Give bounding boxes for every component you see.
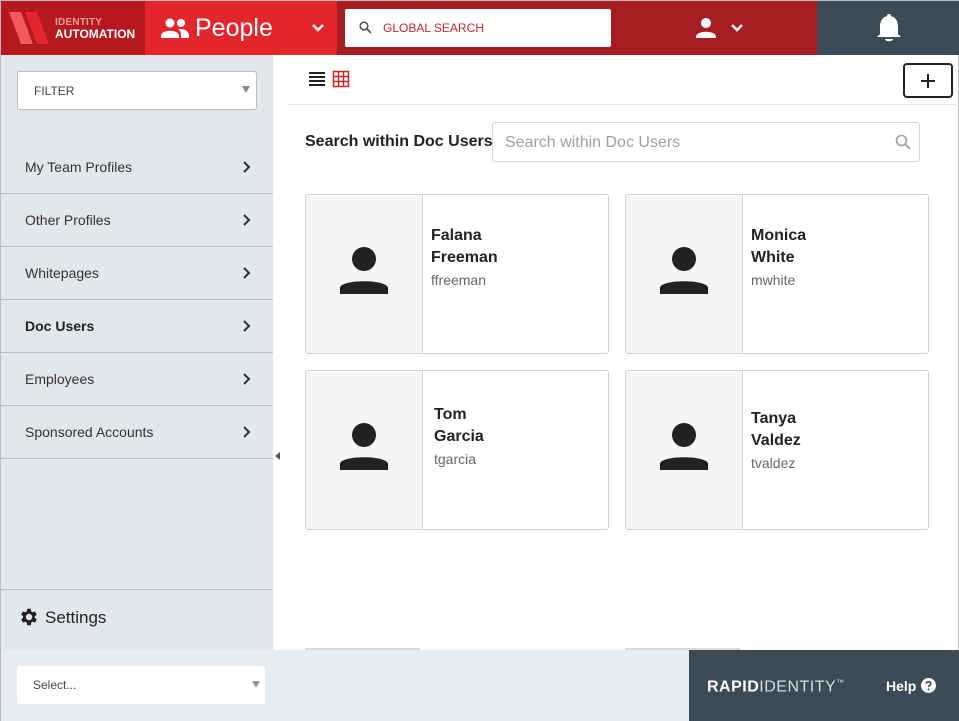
sidebar-item-sponsored-accounts[interactable]: Sponsored Accounts [1,406,273,459]
gear-icon [21,608,37,626]
card-photo [626,195,743,353]
notifications-button[interactable] [817,1,959,55]
logo-light-text: IDENTITY [759,678,837,696]
card-last-name: Freeman [431,249,498,266]
brand-logo[interactable]: IDENTITY AUTOMATION [1,1,145,55]
module-label: People [195,14,273,42]
chevron-right-icon [243,267,251,279]
logo-tm: ™ [836,678,845,687]
search-within-input[interactable] [505,133,885,153]
caret-down-icon [252,681,260,688]
list-view-icon[interactable] [308,70,326,88]
main-content: Search within Doc Users: Falana Freeman … [289,55,959,650]
chevron-down-icon [312,24,324,32]
chevron-right-icon [243,161,251,173]
sidebar-item-label: Other Profiles [25,212,111,228]
search-within-label: Search within Doc Users: [305,133,498,150]
filter-dropdown[interactable]: FILTER [17,71,257,110]
sidebar: FILTER My Team Profiles Other Profiles W… [1,55,273,650]
brand-line2: AUTOMATION [55,27,136,41]
sidebar-item-doc-users[interactable]: Doc Users [1,300,273,353]
card-username: mwhite [751,272,796,288]
avatar-icon [660,423,708,470]
bell-icon [877,14,901,42]
sidebar-nav: My Team Profiles Other Profiles Whitepag… [1,141,273,459]
select-label: Select... [33,678,77,692]
chevron-right-icon [243,320,251,332]
sidebar-item-other-profiles[interactable]: Other Profiles [1,194,273,247]
people-icon [161,18,189,38]
rapididentity-logo: RAPIDIDENTITY™ [707,678,845,696]
help-label: Help [886,678,917,694]
app-window: IDENTITY AUTOMATION People GLOBAL SEARCH… [0,0,959,721]
sidebar-item-employees[interactable]: Employees [1,353,273,406]
user-menu[interactable] [691,13,755,43]
sidebar-item-my-team-profiles[interactable]: My Team Profiles [1,141,273,194]
card-photo [306,195,423,353]
user-card[interactable]: Tanya Valdez tvaldez [625,370,929,530]
avatar-icon [660,247,708,294]
search-icon[interactable] [895,134,911,150]
caret-down-icon [242,86,250,93]
chevron-down-icon [731,24,743,32]
card-last-name: White [751,249,795,266]
sidebar-item-label: Employees [25,371,95,387]
chevron-right-icon [243,214,251,226]
avatar-icon [340,247,388,294]
user-card[interactable]: Tom Garcia tgarcia [305,370,609,530]
settings-link[interactable]: Settings [1,589,273,650]
filter-label: FILTER [34,84,75,98]
card-first-name: Tanya [751,410,797,427]
chevron-right-icon [243,426,251,438]
footer-select[interactable]: Select... [17,666,265,704]
plus-icon [921,74,935,88]
logo-bold-text: RAPID [707,678,760,696]
grid-view-icon[interactable] [332,70,350,88]
card-first-name: Tom [434,406,467,423]
card-first-name: Falana [431,227,482,244]
card-photo [306,371,423,529]
card-username: tvaldez [751,455,796,471]
avatar-icon [340,423,388,470]
card-photo [626,371,743,529]
card-last-name: Valdez [751,432,801,449]
global-search [345,9,611,47]
collapse-sidebar-icon[interactable] [275,452,280,460]
view-toolbar [289,55,959,105]
settings-label: Settings [45,608,107,627]
card-last-name: Garcia [434,428,484,445]
search-within-box [492,122,920,162]
sidebar-item-label: Doc Users [25,318,95,334]
sidebar-item-label: Whitepages [25,265,99,281]
global-search-input[interactable] [383,18,603,38]
sidebar-item-label: My Team Profiles [25,159,133,175]
sidebar-item-whitepages[interactable]: Whitepages [1,247,273,300]
user-card[interactable]: Falana Freeman ffreeman [305,194,609,354]
card-username: ffreeman [431,272,486,288]
user-icon [696,18,716,38]
sidebar-item-label: Sponsored Accounts [25,424,154,440]
top-bar: IDENTITY AUTOMATION People [1,1,959,55]
user-card[interactable]: Monica White mwhite [625,194,929,354]
footer-brand: RAPIDIDENTITY™ Help [689,650,959,721]
module-switcher[interactable]: People [145,1,337,55]
help-icon [921,678,936,693]
brand-mark-icon [9,12,49,44]
search-icon[interactable] [359,21,372,34]
footer: Select... RAPIDIDENTITY™ Help [1,650,959,721]
chevron-right-icon [243,373,251,385]
card-first-name: Monica [751,227,807,244]
add-user-button[interactable] [903,63,953,98]
card-username: tgarcia [434,451,477,467]
